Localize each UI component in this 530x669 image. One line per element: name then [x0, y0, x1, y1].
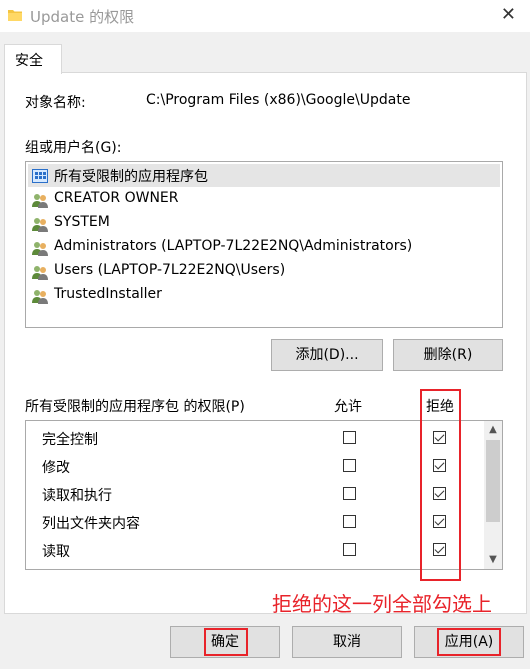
- allow-header: 允许: [334, 399, 362, 415]
- users-group-icon: [32, 242, 48, 256]
- table-row: 列出文件夹内容: [26, 508, 486, 536]
- apply-highlight: [437, 628, 501, 656]
- title-bar: Update 的权限 ✕: [0, 0, 530, 32]
- list-item-label: TrustedInstaller: [54, 286, 162, 302]
- users-group-icon: [32, 290, 48, 304]
- table-row: 读取和执行: [26, 480, 486, 508]
- user-list[interactable]: 所有受限制的应用程序包 CREATOR OWNER SYSTEM Adminis…: [25, 161, 503, 328]
- remove-button[interactable]: 删除(R): [393, 339, 503, 371]
- permission-name: 列出文件夹内容: [42, 516, 140, 532]
- permission-name: 读取: [42, 544, 70, 560]
- users-label: 组或用户名(G):: [25, 140, 122, 156]
- object-name-label: 对象名称:: [25, 95, 86, 111]
- allow-checkbox[interactable]: [343, 459, 356, 472]
- allow-checkbox[interactable]: [343, 569, 356, 570]
- object-path: C:\Program Files (x86)\Google\Update: [146, 92, 411, 108]
- list-item-label: CREATOR OWNER: [54, 190, 179, 206]
- users-group-icon: [32, 218, 48, 232]
- tab-security[interactable]: 安全: [4, 44, 62, 74]
- list-item[interactable]: SYSTEM: [28, 212, 500, 235]
- scroll-down-icon[interactable]: ▼: [484, 551, 502, 569]
- list-item-label: Users (LAPTOP-7L22E2NQ\Users): [54, 262, 286, 278]
- list-item-label: Administrators (LAPTOP-7L22E2NQ\Administ…: [54, 238, 413, 254]
- tab-security-label: 安全: [15, 53, 43, 69]
- allow-checkbox[interactable]: [343, 515, 356, 528]
- list-item[interactable]: CREATOR OWNER: [28, 188, 500, 211]
- close-icon[interactable]: ✕: [501, 4, 516, 25]
- window-title: Update 的权限: [30, 8, 135, 26]
- list-item[interactable]: Users (LAPTOP-7L22E2NQ\Users): [28, 260, 500, 283]
- table-row: 读取: [26, 536, 486, 564]
- table-row: 完全控制: [26, 424, 486, 452]
- cancel-button[interactable]: 取消: [292, 626, 402, 658]
- permission-name: 修改: [42, 460, 70, 476]
- scroll-thumb[interactable]: [486, 440, 500, 522]
- deny-column-highlight: [420, 389, 461, 581]
- list-item[interactable]: 所有受限制的应用程序包: [28, 164, 500, 187]
- add-button[interactable]: 添加(D)...: [271, 339, 383, 371]
- permission-name: 读取和执行: [42, 488, 112, 504]
- allow-checkbox[interactable]: [343, 543, 356, 556]
- scroll-up-icon[interactable]: ▲: [484, 421, 502, 439]
- list-item-label: 所有受限制的应用程序包: [54, 169, 208, 185]
- list-item-label: SYSTEM: [54, 214, 110, 230]
- list-item[interactable]: TrustedInstaller: [28, 284, 500, 307]
- permission-name: 完全控制: [42, 432, 98, 448]
- ok-highlight: [204, 628, 248, 656]
- users-group-icon: [32, 194, 48, 208]
- allow-checkbox[interactable]: [343, 487, 356, 500]
- permissions-label: 所有受限制的应用程序包 的权限(P): [25, 399, 245, 415]
- users-group-icon: [32, 266, 48, 280]
- annotation-text: 拒绝的这一列全部勾选上: [272, 592, 492, 616]
- allow-checkbox[interactable]: [343, 431, 356, 444]
- folder-icon: [8, 10, 22, 21]
- permissions-scrollbar[interactable]: ▲ ▼: [484, 421, 502, 569]
- app-package-icon: [32, 169, 48, 183]
- list-item[interactable]: Administrators (LAPTOP-7L22E2NQ\Administ…: [28, 236, 500, 259]
- table-row: 修改: [26, 452, 486, 480]
